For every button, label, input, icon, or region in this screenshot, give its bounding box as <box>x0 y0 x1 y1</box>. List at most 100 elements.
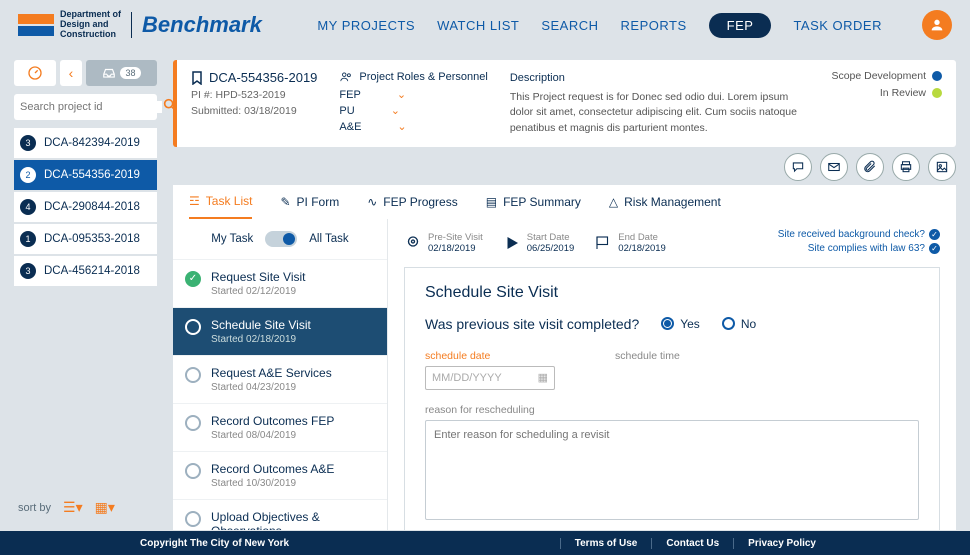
task-item[interactable]: Request A&E ServicesStarted 04/23/2019 <box>173 355 387 403</box>
detail-tabs: ☲Task List ✎PI Form ∿FEP Progress ▤FEP S… <box>173 185 956 219</box>
project-count-badge: 3 <box>20 263 36 279</box>
nav-reports[interactable]: REPORTS <box>621 18 687 33</box>
task-item[interactable]: Schedule Site VisitStarted 02/18/2019 <box>173 307 387 355</box>
project-search[interactable] <box>14 94 157 120</box>
role-pu[interactable]: PU⌄ <box>339 104 487 117</box>
radio-no[interactable]: No <box>722 317 756 331</box>
nav-task-order[interactable]: TASK ORDER <box>793 18 882 33</box>
schedule-date-label: schedule date <box>425 350 555 362</box>
project-id-label: DCA-554356-2019 <box>44 169 140 181</box>
schedule-time-label: schedule time <box>615 350 680 362</box>
status-review: In Review <box>831 87 942 99</box>
copyright-text: Copyright The City of New York <box>140 538 289 549</box>
tab-risk[interactable]: △Risk Management <box>609 185 721 219</box>
link-terms[interactable]: Terms of Use <box>560 538 652 549</box>
search-input[interactable] <box>20 101 162 113</box>
link-privacy[interactable]: Privacy Policy <box>733 538 830 549</box>
sidebar-project-item[interactable]: 3 DCA-842394-2019 <box>14 128 157 158</box>
nav-my-projects[interactable]: MY PROJECTS <box>317 18 415 33</box>
brand-name: Benchmark <box>142 12 262 38</box>
tab-pi-form[interactable]: ✎PI Form <box>280 185 339 219</box>
project-count-badge: 4 <box>20 199 36 215</box>
email-button[interactable] <box>820 153 848 181</box>
image-button[interactable] <box>928 153 956 181</box>
link-contact[interactable]: Contact Us <box>651 538 733 549</box>
dashboard-button[interactable] <box>14 60 56 86</box>
nyc-ddc-logo-icon <box>18 14 54 36</box>
calendar-view-icon[interactable]: ▦▾ <box>95 499 115 516</box>
nav-fep[interactable]: FEP <box>709 13 772 38</box>
sort-label: sort by <box>18 502 51 514</box>
project-list: 3 DCA-842394-2019 2 DCA-554356-2019 4DCA-290… <box>14 128 157 286</box>
task-item[interactable]: Record Outcomes A&EStarted 10/30/2019 <box>173 451 387 499</box>
user-icon <box>929 17 945 33</box>
tab-fep-progress[interactable]: ∿FEP Progress <box>367 185 458 219</box>
logo: Department ofDesign andConstruction <box>18 10 121 40</box>
comment-button[interactable] <box>784 153 812 181</box>
project-count-badge: 3 <box>20 135 36 151</box>
nav-watch-list[interactable]: WATCH LIST <box>437 18 519 33</box>
task-item[interactable]: ✓Request Site VisitStarted 02/12/2019 <box>173 259 387 307</box>
roles-header: Project Roles & Personnel <box>339 70 487 84</box>
reason-textarea[interactable] <box>425 420 919 520</box>
print-button[interactable] <box>892 153 920 181</box>
project-count-badge: 2 <box>20 167 36 183</box>
sidebar-project-item[interactable]: 3 DCA-456214-2018 <box>14 256 157 286</box>
collapse-button[interactable]: ‹ <box>60 60 82 86</box>
list-view-icon[interactable]: ☰▾ <box>63 499 83 516</box>
tab-fep-summary[interactable]: ▤FEP Summary <box>486 185 581 219</box>
sidebar-footer: sort by ☰▾ ▦▾ <box>14 489 157 530</box>
task-title: Record Outcomes A&E <box>211 462 334 476</box>
task-status-icon <box>185 367 201 383</box>
chevron-down-icon: ⌄ <box>397 88 406 101</box>
paperclip-icon <box>863 160 877 174</box>
meta-start: Start Date06/25/2019 <box>503 232 575 254</box>
inbox-count-badge: 38 <box>120 67 140 79</box>
task-list-column: My Task All Task ✓Request Site VisitStar… <box>173 219 388 530</box>
task-status-icon: ✓ <box>185 271 201 287</box>
task-status-icon <box>185 463 201 479</box>
user-avatar[interactable] <box>922 10 952 40</box>
sidebar: ‹ 38 3DCA-842394-20192DCA-554356-20194DC… <box>0 50 165 530</box>
detail-question: Was previous site visit completed? <box>425 316 639 332</box>
sidebar-project-item[interactable]: 4DCA-290844-2018 <box>14 192 157 222</box>
project-id-label: DCA-456214-2018 <box>44 265 140 277</box>
toggle-switch[interactable] <box>265 231 297 247</box>
radio-yes[interactable]: Yes <box>661 317 700 331</box>
task-filter-toggle[interactable]: My Task All Task <box>173 219 387 259</box>
nav-search[interactable]: SEARCH <box>541 18 598 33</box>
sidebar-project-item[interactable]: 1DCA-095353-2018 <box>14 224 157 254</box>
task-subtitle: Started 04/23/2019 <box>211 382 332 393</box>
task-status-icon <box>185 319 201 335</box>
main-nav: MY PROJECTS WATCH LIST SEARCH REPORTS FE… <box>317 10 952 40</box>
my-task-label: My Task <box>211 233 253 245</box>
task-title: Upload Objectives & Observations <box>211 510 375 530</box>
progress-icon: ∿ <box>367 195 377 209</box>
tab-task-list[interactable]: ☲Task List <box>189 185 252 219</box>
task-subtitle: Started 02/12/2019 <box>211 286 306 297</box>
gauge-icon <box>27 65 43 81</box>
task-item[interactable]: Record Outcomes FEPStarted 08/04/2019 <box>173 403 387 451</box>
check-icon: ✓ <box>929 229 940 240</box>
detail-title: Schedule Site Visit <box>425 284 919 302</box>
role-fep[interactable]: FEP⌄ <box>339 88 487 101</box>
task-status-icon <box>185 415 201 431</box>
role-ae[interactable]: A&E⌄ <box>339 120 487 133</box>
project-header-card: DCA-554356-2019 PI #: HPD-523-2019 Submi… <box>173 60 956 147</box>
meta-presite: Pre-Site Visit02/18/2019 <box>404 232 483 254</box>
schedule-date-input[interactable]: MM/DD/YYYY ▦ <box>425 366 555 390</box>
warning-icon: △ <box>609 195 618 209</box>
summary-icon: ▤ <box>486 195 497 209</box>
inbox-button[interactable]: 38 <box>86 60 157 86</box>
task-item[interactable]: Upload Objectives & ObservationsStarted … <box>173 499 387 530</box>
project-submitted: Submitted: 03/18/2019 <box>191 104 317 120</box>
print-icon <box>899 160 913 174</box>
tray-icon <box>102 67 116 79</box>
checklist-icon: ☲ <box>189 194 200 208</box>
project-id-label: DCA-842394-2019 <box>44 137 140 149</box>
attach-button[interactable] <box>856 153 884 181</box>
project-count-badge: 1 <box>20 231 36 247</box>
chevron-down-icon: ⌄ <box>397 120 406 133</box>
all-task-label: All Task <box>309 233 348 245</box>
sidebar-project-item[interactable]: 2 DCA-554356-2019 <box>14 160 157 190</box>
